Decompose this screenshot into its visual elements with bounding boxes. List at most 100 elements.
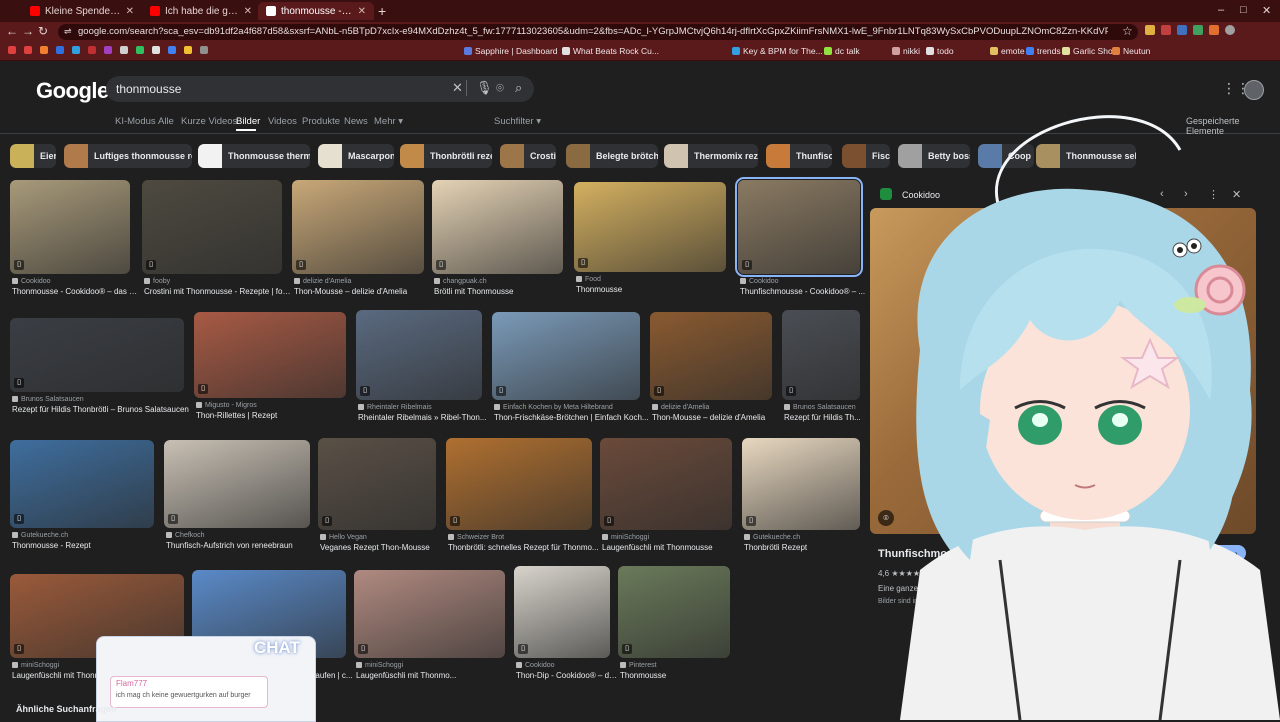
result-thumbnail[interactable]: ▯ bbox=[354, 570, 505, 658]
result-title[interactable]: Thunfischmousse - Cookidoo® – ... bbox=[740, 287, 870, 296]
bookmark-icon[interactable] bbox=[56, 46, 64, 54]
bookmark-icon[interactable] bbox=[40, 46, 48, 54]
browser-tab-1[interactable]: Kleine Spende bitte! Meme fr... ✕ bbox=[22, 2, 142, 20]
result-title[interactable]: Laugenfüschli mit Thonmo... bbox=[356, 671, 515, 680]
result-thumbnail[interactable]: ▯ bbox=[492, 312, 640, 400]
result-thumbnail[interactable]: ▯ bbox=[356, 310, 482, 400]
extension-icon[interactable] bbox=[1145, 25, 1155, 35]
tools-menu[interactable]: Suchfilter ▾ bbox=[494, 116, 541, 127]
maximize-icon[interactable]: □ bbox=[1240, 4, 1247, 16]
result-title[interactable]: Thonmousse bbox=[576, 285, 736, 294]
related-chip[interactable]: Thonmousse thermomix bbox=[198, 144, 310, 168]
bookmark-icon[interactable] bbox=[104, 46, 112, 54]
image-result[interactable]: ▯ changpuak.ch Brötli mit Thonmousse bbox=[432, 180, 563, 296]
result-thumbnail[interactable]: ▯ bbox=[142, 180, 282, 274]
result-source[interactable]: Pinterest bbox=[620, 662, 657, 669]
image-result[interactable]: ▯ Gutekueche.ch Thonmousse - Rezept bbox=[10, 440, 154, 550]
tab-alle[interactable]: Alle bbox=[158, 116, 174, 127]
bookmark-neutun[interactable]: Neutun bbox=[1112, 45, 1150, 57]
result-thumbnail[interactable]: ▯ bbox=[650, 312, 772, 400]
result-thumbnail[interactable]: ▯ bbox=[600, 438, 732, 530]
result-thumbnail[interactable]: ▯ bbox=[446, 438, 592, 530]
search-input[interactable]: thonmousse bbox=[116, 82, 181, 96]
extension-icon[interactable] bbox=[1161, 25, 1171, 35]
result-thumbnail[interactable]: ▯ bbox=[10, 318, 184, 392]
result-source[interactable]: Gutekueche.ch bbox=[12, 532, 68, 539]
new-tab-icon[interactable]: + bbox=[378, 3, 386, 19]
image-result[interactable]: ▯ Cookidoo Thon-Dip - Cookidoo® – das of..… bbox=[514, 566, 620, 680]
close-icon[interactable]: ✕ bbox=[126, 6, 134, 17]
result-source[interactable]: miniSchoggi bbox=[12, 662, 59, 669]
profile-icon[interactable] bbox=[1225, 25, 1235, 35]
image-result[interactable]: ▯ Migusto - Migros Thon-Rillettes | Rezept bbox=[194, 312, 346, 420]
bookmark-nikki[interactable]: nikki bbox=[892, 45, 920, 57]
result-source[interactable]: Cookidoo bbox=[740, 278, 779, 285]
extension-icon[interactable] bbox=[1177, 25, 1187, 35]
result-source[interactable]: Food bbox=[576, 276, 601, 283]
result-source[interactable]: miniSchoggi bbox=[356, 662, 403, 669]
result-source[interactable]: fooby bbox=[144, 278, 170, 285]
result-source[interactable]: changpuak.ch bbox=[434, 278, 487, 285]
result-title[interactable]: Thonbrötli Rezept bbox=[744, 543, 870, 552]
image-result[interactable]: ▯ miniSchoggi Laugenfüschli mit Thonmo... bbox=[354, 570, 505, 680]
image-result[interactable]: ▯ Chefkoch Thunfisch-Aufstrich von reneebr… bbox=[164, 440, 310, 550]
result-thumbnail[interactable]: ▯ bbox=[432, 180, 563, 274]
related-chip[interactable]: Thonbrötli rezept bbox=[400, 144, 492, 168]
result-source[interactable]: Brunos Salatsaucen bbox=[784, 404, 856, 411]
tab-ki-modus[interactable]: KI-Modus bbox=[115, 116, 156, 127]
result-thumbnail[interactable]: ▯ bbox=[782, 310, 860, 400]
tab-kurze-videos[interactable]: Kurze Videos bbox=[181, 116, 237, 127]
bookmark-icon[interactable] bbox=[152, 46, 160, 54]
result-thumbnail[interactable]: ▯ bbox=[194, 312, 346, 398]
related-chip[interactable]: Belegte brötchen bbox=[566, 144, 658, 168]
site-info-icon[interactable]: ⇌ bbox=[64, 26, 72, 37]
result-title[interactable]: Laugenfüschli mit Thonmousse bbox=[602, 543, 742, 552]
result-source[interactable]: Brunos Salatsaucen bbox=[12, 396, 84, 403]
bookmark-icon[interactable] bbox=[200, 46, 208, 54]
related-chip[interactable]: Thermomix rezept bbox=[664, 144, 758, 168]
result-source[interactable]: Cookidoo bbox=[12, 278, 51, 285]
result-source[interactable]: Schweizer Brot bbox=[448, 534, 504, 541]
google-logo[interactable]: Google bbox=[36, 78, 109, 104]
bookmark-icon[interactable] bbox=[168, 46, 176, 54]
related-chip[interactable]: Crostini bbox=[500, 144, 556, 168]
close-icon[interactable]: ✕ bbox=[452, 80, 463, 96]
bookmark-todo[interactable]: todo bbox=[926, 45, 954, 57]
bookmark-icon[interactable] bbox=[184, 46, 192, 54]
result-source[interactable]: Chefkoch bbox=[166, 532, 205, 539]
bookmark-star-icon[interactable]: ☆ bbox=[1122, 24, 1133, 38]
close-icon[interactable]: ✕ bbox=[244, 6, 252, 17]
result-source[interactable]: delizie d'Amelia bbox=[294, 278, 351, 285]
camera-icon[interactable]: ⌾ bbox=[496, 80, 504, 96]
image-result[interactable]: ▯ Brunos Salatsaucen Rezept für Hildis Tho… bbox=[10, 318, 189, 414]
result-source[interactable]: Hello Vegan bbox=[320, 534, 367, 541]
image-result[interactable]: ▯ Einfach Kochen by Meta Hiltebrand Thon-F… bbox=[492, 312, 649, 422]
image-result[interactable]: ▯ Cookidoo Thonmousse - Cookidoo® – das o.… bbox=[10, 180, 140, 296]
bookmark-dc-talk[interactable]: dc talk bbox=[824, 45, 860, 57]
extension-icon[interactable] bbox=[1193, 25, 1203, 35]
result-thumbnail[interactable]: ▯ bbox=[574, 182, 726, 272]
related-chip[interactable]: Luftiges thonmousse rezept bbox=[64, 144, 192, 168]
result-title[interactable]: Rezept für Hildis Thonbrötli – Brunos Sa… bbox=[12, 405, 194, 414]
tab-videos[interactable]: Videos bbox=[268, 116, 297, 127]
image-result[interactable]: ▯ miniSchoggi Laugenfüschli mit Thonmousse bbox=[600, 438, 732, 552]
result-title[interactable]: Thonmousse - Rezept bbox=[12, 541, 164, 550]
bookmark-garlic-show[interactable]: Garlic Show bbox=[1062, 45, 1119, 57]
bookmark-icon[interactable] bbox=[24, 46, 32, 54]
reload-icon[interactable]: ↻ bbox=[38, 24, 48, 38]
result-source[interactable]: Rheintaler Ribelmais bbox=[358, 404, 432, 411]
result-thumbnail[interactable]: ▯ bbox=[164, 440, 310, 528]
result-source[interactable]: delizie d'Amelia bbox=[652, 404, 709, 411]
image-result[interactable]: ▯ delizie d'Amelia Thon-Mousse – delizie d… bbox=[650, 312, 772, 422]
close-window-icon[interactable]: ✕ bbox=[1262, 4, 1271, 17]
bookmark-key-bpm[interactable]: Key & BPM for The... bbox=[732, 45, 823, 57]
result-source[interactable]: Einfach Kochen by Meta Hiltebrand bbox=[494, 404, 613, 411]
bookmark-trends[interactable]: trends bbox=[1026, 45, 1061, 57]
bookmark-icon[interactable] bbox=[72, 46, 80, 54]
result-title[interactable]: Thonbrötli: schnelles Rezept für Thonmo.… bbox=[448, 543, 602, 552]
search-icon[interactable]: ⌕ bbox=[515, 80, 522, 96]
result-title[interactable]: Thon-Mousse – delizie d'Amelia bbox=[294, 287, 434, 296]
result-thumbnail[interactable]: ▯ bbox=[742, 438, 860, 530]
result-source[interactable]: Cookidoo bbox=[516, 662, 555, 669]
browser-tab-3[interactable]: thonmousse - Google Suche ✕ bbox=[258, 2, 374, 20]
